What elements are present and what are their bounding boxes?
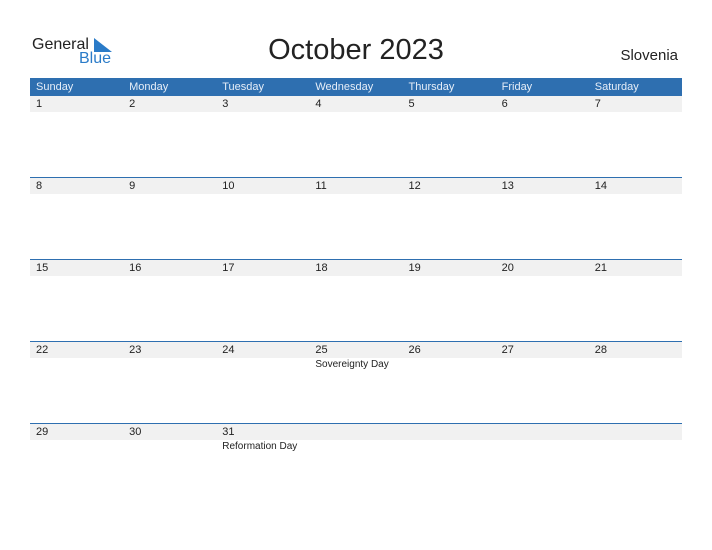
holiday-label bbox=[30, 440, 123, 454]
day-number: 16 bbox=[129, 262, 142, 274]
day-number: 11 bbox=[315, 180, 327, 192]
day-number: 10 bbox=[222, 180, 235, 192]
weekday-label: Thursday bbox=[408, 81, 455, 93]
day-number: 3 bbox=[222, 98, 229, 110]
day-number: 31 bbox=[222, 426, 235, 438]
day-number: 1 bbox=[36, 98, 43, 110]
day-number: 21 bbox=[594, 262, 607, 274]
holiday-label bbox=[123, 440, 216, 454]
week-row: 22 23 24 25 26 27 28 Sovereignty Day bbox=[30, 341, 682, 423]
day-number: 22 bbox=[36, 344, 49, 356]
holiday-label bbox=[30, 358, 123, 372]
day-number: 28 bbox=[594, 344, 607, 356]
date-strip: 1 2 3 4 5 6 7 bbox=[30, 96, 682, 112]
day-number: 5 bbox=[408, 98, 415, 110]
day-number: 12 bbox=[408, 180, 421, 192]
day-number: 15 bbox=[36, 262, 49, 274]
date-strip: 8 9 10 11 12 13 14 bbox=[30, 178, 682, 194]
weekday-header: Sunday Monday Tuesday Wednesday Thursday… bbox=[30, 78, 682, 96]
day-number: 6 bbox=[501, 98, 508, 110]
holiday-label bbox=[496, 440, 589, 454]
day-number: 4 bbox=[315, 98, 322, 110]
weekday-label: Saturday bbox=[594, 81, 639, 93]
holiday-label bbox=[123, 358, 216, 372]
weekday-label: Friday bbox=[501, 81, 533, 93]
day-number: 27 bbox=[501, 344, 514, 356]
day-number: 25 bbox=[315, 344, 328, 356]
holiday-label bbox=[589, 358, 682, 372]
week-row: 29 30 31 Reformation Day bbox=[30, 423, 682, 505]
day-number: 17 bbox=[222, 262, 235, 274]
weekday-label: Wednesday bbox=[315, 81, 374, 93]
day-number: 13 bbox=[501, 180, 514, 192]
day-number: 8 bbox=[36, 180, 43, 192]
day-number: 30 bbox=[129, 426, 142, 438]
date-strip: 22 23 24 25 26 27 28 bbox=[30, 342, 682, 358]
day-number: 20 bbox=[501, 262, 514, 274]
day-number: 19 bbox=[408, 262, 421, 274]
holiday-label: Sovereignty Day bbox=[315, 359, 389, 370]
day-number: 24 bbox=[222, 344, 235, 356]
day-number: 23 bbox=[129, 344, 142, 356]
holiday-label bbox=[309, 440, 402, 454]
holiday-label bbox=[403, 440, 496, 454]
day-number: 9 bbox=[129, 180, 136, 192]
holiday-label bbox=[216, 358, 309, 372]
date-strip: 15 16 17 18 19 20 21 bbox=[30, 260, 682, 276]
day-number: 7 bbox=[594, 98, 601, 110]
event-strip: Reformation Day bbox=[30, 440, 682, 454]
event-strip: Sovereignty Day bbox=[30, 358, 682, 372]
day-number bbox=[403, 424, 496, 440]
day-number: 18 bbox=[315, 262, 328, 274]
day-number: 26 bbox=[408, 344, 421, 356]
day-number: 14 bbox=[594, 180, 607, 192]
calendar-grid: Sunday Monday Tuesday Wednesday Thursday… bbox=[30, 78, 682, 505]
day-number bbox=[309, 424, 402, 440]
week-row: 15 16 17 18 19 20 21 bbox=[30, 259, 682, 341]
holiday-label: Reformation Day bbox=[222, 441, 298, 452]
calendar-title: October 2023 bbox=[268, 34, 444, 66]
weekday-label: Sunday bbox=[36, 81, 74, 93]
holiday-label bbox=[403, 358, 496, 372]
holiday-label bbox=[589, 440, 682, 454]
day-number: 2 bbox=[129, 98, 136, 110]
day-number: 29 bbox=[36, 426, 49, 438]
week-row: 8 9 10 11 12 13 14 bbox=[30, 177, 682, 259]
holiday-label bbox=[496, 358, 589, 372]
week-row: 1 2 3 4 5 6 7 bbox=[30, 96, 682, 177]
day-number bbox=[589, 424, 682, 440]
day-number bbox=[496, 424, 589, 440]
weekday-label: Monday bbox=[129, 81, 169, 93]
date-strip: 29 30 31 bbox=[30, 424, 682, 440]
country-label: Slovenia bbox=[620, 47, 678, 64]
weekday-label: Tuesday bbox=[222, 81, 265, 93]
